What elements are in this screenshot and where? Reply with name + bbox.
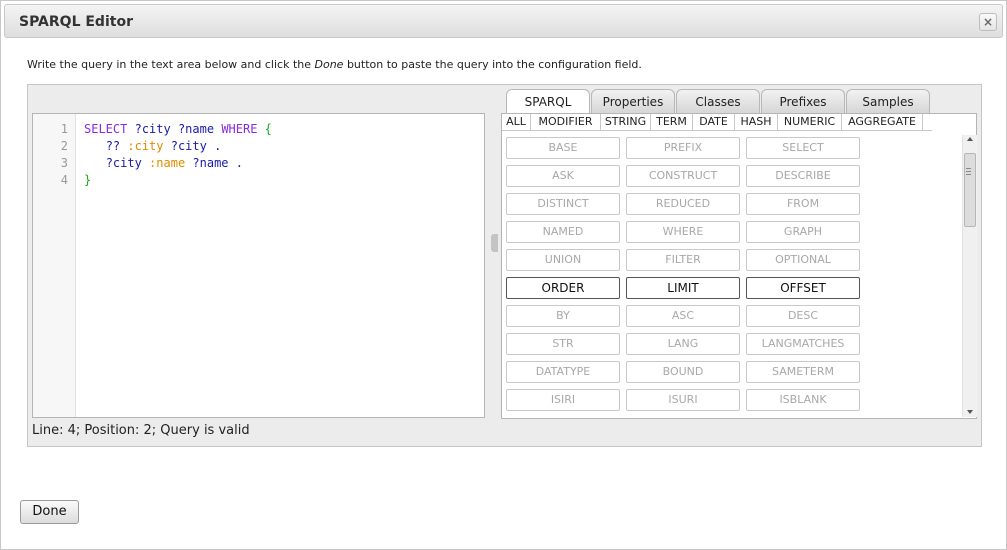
line-number: 3 [60,156,68,170]
tab-sparql[interactable]: SPARQL [506,89,590,115]
code-token: ?name [192,156,229,170]
filter-bar: ALL MODIFIER STRING TERM DATE HASH NUMERIC AGGR… [502,114,932,131]
keyword-button-named[interactable]: NAMED [506,221,620,243]
instructions-before: Write the query in the text area below a… [27,58,315,71]
keyword-button-graph[interactable]: GRAPH [746,221,860,243]
keyword-button-isblank[interactable]: ISBLANK [746,389,860,411]
filter-string[interactable]: STRING [601,114,651,131]
code-token: SELECT [84,122,128,136]
query-editor[interactable]: 1 2 3 4 SELECT ?city ?name WHERE { ?? :city… [32,113,485,418]
instructions-text: Write the query in the text area below a… [27,58,642,71]
status-bar: Line: 4; Position: 2; Query is valid [32,423,250,438]
scroll-down-icon[interactable] [967,410,973,414]
keyword-button-select[interactable]: SELECT [746,137,860,159]
filter-modifier[interactable]: MODIFIER [531,114,601,131]
filter-date[interactable]: DATE [693,114,735,131]
keyword-button-base[interactable]: BASE [506,137,620,159]
keyword-button-desc[interactable]: DESC [746,305,860,327]
code-token: :name [149,156,186,170]
keyword-button-bound[interactable]: BOUND [626,361,740,383]
filter-aggregate[interactable]: AGGREGATE [842,114,923,131]
done-button[interactable]: Done [20,500,79,524]
close-button[interactable]: × [979,13,997,31]
close-icon: × [982,15,994,29]
filter-numeric[interactable]: NUMERIC [778,114,842,131]
code-line: SELECT ?city ?name WHERE { [84,122,272,139]
code-line: } [84,173,91,190]
tab-samples[interactable]: Samples [846,89,930,114]
keyword-palette: ALL MODIFIER STRING TERM DATE HASH NUMERIC AGGR… [501,113,977,419]
keyword-button-prefix[interactable]: PREFIX [626,137,740,159]
code-token: ?city [105,156,142,170]
keyword-button-describe[interactable]: DESCRIBE [746,165,860,187]
keyword-button-construct[interactable]: CONSTRUCT [626,165,740,187]
keyword-button-ask[interactable]: ASK [506,165,620,187]
code-token: :city [127,139,164,153]
keyword-button-str[interactable]: STR [506,333,620,355]
keyword-button-sameterm[interactable]: SAMETERM [746,361,860,383]
code-token: WHERE [221,122,258,136]
scroll-up-icon[interactable] [967,137,973,141]
keyword-button-filter[interactable]: FILTER [626,249,740,271]
filter-hash[interactable]: HASH [735,114,778,131]
instructions-emphasis: Done [314,58,344,71]
keyword-button-offset[interactable]: OFFSET [746,277,860,299]
tab-prefixes[interactable]: Prefixes [761,89,845,114]
grip-icon [966,168,971,175]
editor-panel: 1 2 3 4 SELECT ?city ?name WHERE { ?? :city… [27,84,982,447]
code-line: ?? :city ?city . [84,139,222,156]
keyword-button-reduced[interactable]: REDUCED [626,193,740,215]
splitter-handle[interactable] [491,234,498,252]
keyword-button-by[interactable]: BY [506,305,620,327]
keyword-button-from[interactable]: FROM [746,193,860,215]
tab-classes[interactable]: Classes [676,89,760,114]
line-number-gutter: 1 2 3 4 [33,114,76,417]
keyword-button-isuri[interactable]: ISURI [626,389,740,411]
keyword-button-optional[interactable]: OPTIONAL [746,249,860,271]
code-token: ?? [105,139,121,153]
dialog-title: SPARQL Editor [19,14,133,30]
code-token: . [214,139,222,153]
scroll-thumb[interactable] [964,153,976,227]
code-token: { [264,122,272,136]
line-number: 2 [60,139,68,153]
keyword-button-asc[interactable]: ASC [626,305,740,327]
code-token: . [235,156,243,170]
line-number: 4 [60,173,68,187]
tab-properties[interactable]: Properties [591,89,675,114]
keyword-button-datatype[interactable]: DATATYPE [506,361,620,383]
instructions-after: button to paste the query into the confi… [343,58,642,71]
keyword-button-limit[interactable]: LIMIT [626,277,740,299]
filter-term[interactable]: TERM [651,114,693,131]
keyword-button-order[interactable]: ORDER [506,277,620,299]
filter-all[interactable]: ALL [502,114,531,131]
title-bar: SPARQL Editor × [4,4,1003,38]
code-token: ?city [170,139,207,153]
code-line: ?city :name ?name . [84,156,243,173]
keyword-button-langmatches[interactable]: LANGMATCHES [746,333,860,355]
sparql-editor-dialog: SPARQL Editor × Write the query in the t… [0,0,1007,550]
keyword-button-where[interactable]: WHERE [626,221,740,243]
code-token: ?name [177,122,215,136]
keyword-button-isiri[interactable]: ISIRI [506,389,620,411]
keyword-button-distinct[interactable]: DISTINCT [506,193,620,215]
code-token: ?city [134,122,171,136]
keyword-button-union[interactable]: UNION [506,249,620,271]
line-number: 1 [60,122,68,136]
keyword-scrollbar[interactable] [962,135,977,417]
code-token: } [84,173,92,187]
keyword-button-lang[interactable]: LANG [626,333,740,355]
